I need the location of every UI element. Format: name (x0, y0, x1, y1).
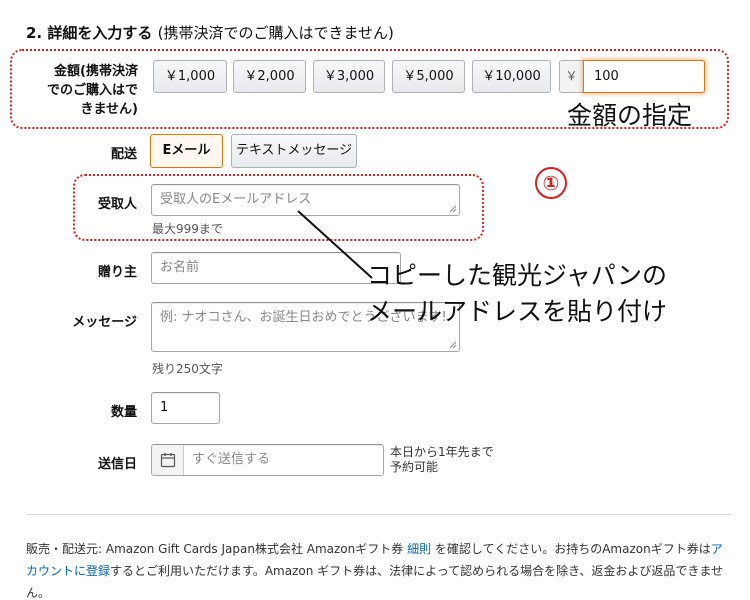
details-link[interactable]: 細則 (407, 542, 431, 556)
footer-text-3: するとご利用いただけます。Amazon ギフト券は、法律によって認められる場合を… (26, 564, 723, 600)
footer-text-1: 販売・配送元: Amazon Gift Cards Japan株式会社 Amaz… (26, 542, 408, 556)
footer-text-2: を確認してください。お持ちのAmazonギフト券は (431, 542, 711, 556)
footer-divider (26, 514, 732, 515)
footer-notice: 販売・配送元: Amazon Gift Cards Japan株式会社 Amaz… (26, 538, 732, 600)
paste-annotation-line2: メールアドレスを貼り付け (367, 297, 668, 326)
paste-annotation-line1: コピーした観光ジャパンの (367, 261, 668, 290)
